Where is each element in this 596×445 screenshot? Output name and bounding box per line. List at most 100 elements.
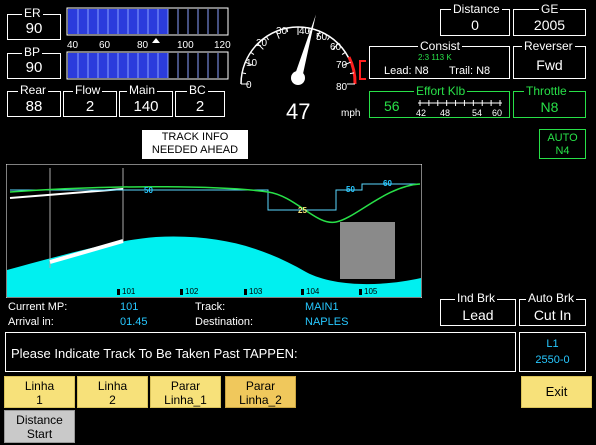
distance-start-button[interactable]: Distance Start [4, 410, 75, 443]
bc-label: BC [187, 83, 208, 97]
consist-trail: Trail: N8 [449, 65, 491, 77]
speed-tick-30: 30 [276, 26, 288, 37]
rear-label: Rear [18, 83, 49, 97]
main-value: 140 [133, 98, 159, 115]
linha-1-line1: Linha [24, 379, 55, 393]
distance-value: 0 [471, 17, 479, 33]
bp-label: BP [22, 45, 43, 59]
ind-brake-value: Lead [462, 307, 494, 323]
flow-label: Flow [73, 83, 103, 97]
effort-tick-60: 60 [492, 108, 502, 118]
arrival-value: 01.45 [120, 316, 148, 328]
consist-lead: Lead: N8 [384, 65, 429, 77]
speed-tick-60: 60 [330, 42, 342, 53]
current-mp-label: Current MP: [8, 301, 68, 313]
speed-limit-label-50a: 50 [144, 186, 153, 195]
track-info-line2: NEEDED AHEAD [151, 144, 239, 156]
destination-value: NAPLES [305, 316, 349, 328]
consist-bracket-icon [359, 60, 366, 80]
mp-105: 105 [364, 287, 378, 296]
mp-102: 102 [185, 287, 199, 296]
speedometer: 0 10 20 30 40 50 60 70 80 47 mph [240, 14, 360, 124]
effort-tick-42: 42 [416, 108, 426, 118]
speed-tick-80: 80 [336, 82, 348, 93]
message-text: Please Indicate Track To Be Taken Past T… [11, 346, 298, 361]
scale-tick-80: 80 [137, 40, 149, 51]
linha-2-line1: Linha [97, 379, 128, 393]
parar-linha-1-line2: Linha_1 [164, 393, 207, 407]
speedo-tick [341, 51, 346, 55]
track-info-line1: TRACK INFO [161, 131, 229, 143]
distance-label: Distance [451, 2, 502, 16]
destination-label: Destination: [195, 316, 254, 328]
parar-linha-2-button[interactable]: Parar Linha_2 [225, 376, 296, 408]
mp-101: 101 [122, 287, 136, 296]
consist-label: Consist [418, 39, 463, 53]
mp-101-marker-icon [117, 289, 120, 295]
arrival-label: Arrival in: [8, 316, 54, 328]
track-label: Track: [195, 301, 226, 313]
id-box: L1 2550-0 [519, 332, 586, 372]
scale-tick-40: 40 [67, 40, 79, 51]
mp-105-marker-icon [359, 289, 362, 295]
speed-unit: mph [341, 108, 360, 119]
throttle-label: Throttle [524, 84, 569, 98]
track-value: MAIN1 [305, 301, 339, 313]
distance-start-line1: Distance [16, 413, 63, 427]
track-profile: 50 25 50 60 101 102 103 104 105 [6, 164, 422, 298]
mp-103-marker-icon [244, 289, 247, 295]
auto-brake-label: Auto Brk [526, 291, 577, 305]
effort-value: 56 [384, 98, 400, 114]
linha-2-button[interactable]: Linha 2 [77, 376, 148, 408]
linha-1-line2: 1 [36, 393, 43, 407]
auto-line1: AUTO [547, 132, 578, 144]
parar-linha-2-line2: Linha_2 [239, 393, 282, 407]
tunnel-block [340, 222, 395, 279]
auto-line2: N4 [555, 145, 570, 157]
ge-label: GE [539, 2, 561, 16]
er-marker-icon [152, 38, 160, 43]
speed-tick-70: 70 [336, 60, 348, 71]
speedo-tick [327, 36, 331, 41]
speed-tick-0: 0 [246, 80, 252, 91]
speed-tick-10: 10 [246, 58, 258, 69]
speedo-tick [241, 72, 247, 75]
bc-value: 2 [195, 98, 205, 115]
main-label: Main [127, 83, 158, 97]
current-mp-value: 101 [120, 301, 139, 313]
distance-start-line2: Start [26, 427, 53, 441]
scale-tick-100: 100 [177, 40, 194, 51]
consist-sub: 2:3 113 K [418, 53, 452, 62]
er-value: 90 [25, 20, 43, 37]
message-box: Please Indicate Track To Be Taken Past T… [5, 332, 516, 372]
auto-brake-value: Cut In [533, 307, 572, 323]
speed-tick-20: 20 [256, 38, 268, 49]
speedo-tick [250, 51, 255, 55]
mp-104-marker-icon [301, 289, 304, 295]
speed-limit-label-50b: 50 [346, 185, 355, 194]
pressure-bar-graph: 40 60 80 100 120 [66, 7, 231, 80]
exit-button[interactable]: Exit [521, 376, 592, 408]
speedometer-red-zone [347, 56, 357, 85]
bp-value: 90 [25, 59, 43, 76]
scale-tick-60: 60 [99, 40, 111, 51]
needle-hub-icon [291, 71, 305, 85]
ge-value: 2005 [533, 17, 566, 33]
parar-linha-2-line1: Parar [245, 379, 276, 393]
speed-limit-label-60: 60 [383, 179, 392, 188]
reverser-label: Reverser [522, 39, 575, 53]
mp-104: 104 [306, 287, 320, 296]
effort-tick-54: 54 [472, 108, 482, 118]
mp-102-marker-icon [180, 289, 183, 295]
parar-linha-1-button[interactable]: Parar Linha_1 [150, 376, 221, 408]
linha-1-button[interactable]: Linha 1 [4, 376, 75, 408]
effort-tick-48: 48 [440, 108, 450, 118]
speed-readout: 47 [286, 99, 310, 124]
auto-notch-box: AUTO N4 [539, 129, 586, 159]
mp-103: 103 [249, 287, 263, 296]
id-line1: L1 [546, 338, 559, 350]
parar-linha-1-line1: Parar [170, 379, 201, 393]
speed-needle-icon [294, 14, 316, 80]
track-info-notice: TRACK INFO NEEDED AHEAD [142, 130, 248, 159]
speed-tick-50: 50 [316, 32, 328, 43]
